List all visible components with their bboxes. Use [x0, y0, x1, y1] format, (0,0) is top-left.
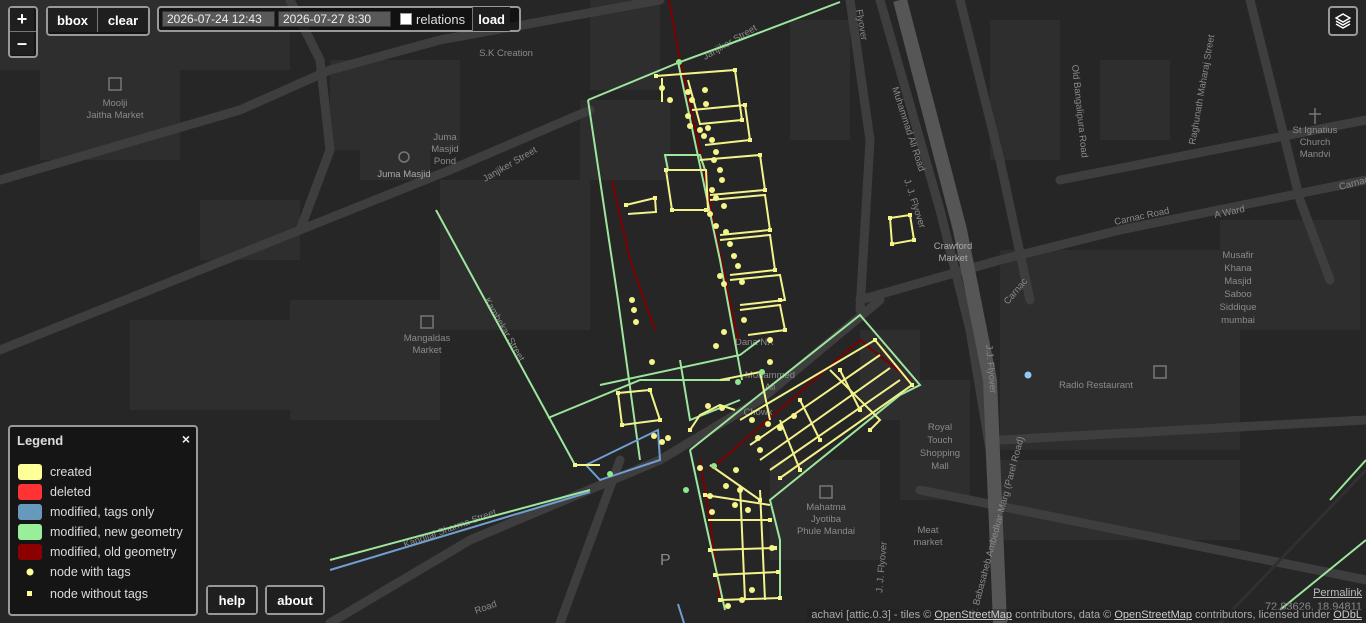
osm-data-link[interactable]: OpenStreetMap [1114, 609, 1192, 621]
layer-switcher-button[interactable] [1328, 6, 1358, 36]
about-control: about [265, 585, 325, 615]
label-moolji: Moolji [103, 98, 128, 109]
legend-item-deleted: deleted [18, 484, 91, 500]
label-crawford-1: Crawford [934, 241, 973, 252]
label-mangaldas-2: Market [412, 345, 441, 356]
legend-label: created [50, 465, 92, 479]
new-geometry-swatch [18, 524, 42, 540]
label-juma-masjid-pond-3: Pond [434, 156, 456, 167]
attribution-mid: contributors, data © [1015, 609, 1112, 621]
legend-label: node with tags [50, 565, 131, 579]
zoom-in-button[interactable]: + [10, 8, 34, 31]
legend-item-tags-only: modified, tags only [18, 504, 154, 520]
label-musafir-1: Musafir [1222, 250, 1253, 261]
label-sk-creation: S.K Creation [479, 48, 533, 59]
label-jaitha-market: Jaitha Market [86, 110, 143, 121]
load-button[interactable]: load [472, 7, 511, 31]
attribution-suffix: contributors, licensed under [1195, 609, 1331, 621]
relations-toggle[interactable]: relations [400, 12, 465, 27]
label-parking: P [660, 552, 671, 569]
legend-item-created: created [18, 464, 92, 480]
label-musafir-2: Khana [1224, 263, 1252, 274]
label-meat-2: market [913, 537, 942, 548]
label-mangaldas-1: Mangaldas [404, 333, 451, 344]
legend-title: Legend [17, 433, 64, 448]
legend-item-node-without-tags: node without tags [18, 587, 148, 601]
label-crawford-2: Market [938, 253, 967, 264]
bbox-button[interactable]: bbox [48, 8, 98, 32]
node-square-icon [27, 591, 32, 596]
tags-only-swatch [18, 504, 42, 520]
label-royal-2: Touch [927, 435, 952, 446]
zoom-control: + – [8, 6, 38, 58]
deleted-swatch [18, 484, 42, 500]
legend-label: modified, old geometry [50, 545, 177, 559]
legend-label: node without tags [50, 587, 148, 601]
help-control: help [206, 585, 258, 615]
tagged-node-blue [1024, 371, 1032, 379]
relations-label: relations [416, 11, 466, 27]
label-musafir-3: Masjid [1224, 276, 1251, 287]
label-musafir-6: mumbai [1221, 315, 1255, 326]
odbl-link[interactable]: ODbL [1333, 609, 1362, 621]
label-musafir-4: Saboo [1224, 289, 1251, 300]
label-musafir-5: Siddique [1220, 302, 1257, 313]
attribution: achavi [attic.0.3] - tiles © OpenStreetM… [807, 609, 1366, 621]
legend-item-old-geometry: modified, old geometry [18, 544, 176, 560]
legend-panel: Legend × created deleted modified, tags … [8, 425, 198, 616]
legend-label: modified, new geometry [50, 525, 183, 539]
node-dot-icon [26, 568, 34, 576]
layers-icon [1335, 13, 1351, 29]
label-mahatma-3: Phule Mandai [797, 526, 855, 537]
legend-close-button[interactable]: × [182, 431, 190, 447]
label-juma-masjid-pond-2: Masjid [431, 144, 458, 155]
label-mahatma-2: Jyotiba [811, 514, 842, 525]
attribution-prefix: achavi [attic.0.3] - tiles © [811, 609, 932, 621]
date-to-input[interactable]: 2026-07-27 8:30 [278, 11, 391, 27]
label-juma-masjid: Juma Masjid [377, 169, 430, 180]
label-royal-3: Shopping [920, 448, 960, 459]
help-button[interactable]: help [208, 587, 256, 613]
map-canvas[interactable]: S.K Creation Moolji Jaitha Market Juma M… [0, 0, 1366, 623]
label-meat-1: Meat [917, 525, 938, 536]
permalink-link[interactable]: Permalink [1265, 586, 1362, 600]
label-st-ignatius-2: Church [1300, 137, 1331, 148]
date-range-control: 2026-07-24 12:43 2026-07-27 8:30 relatio… [157, 6, 521, 32]
date-from-input[interactable]: 2026-07-24 12:43 [162, 11, 275, 27]
osm-tiles-link[interactable]: OpenStreetMap [934, 609, 1012, 621]
relations-checkbox[interactable] [400, 13, 412, 25]
old-geometry-swatch [18, 544, 42, 560]
label-radio-restaurant: Radio Restaurant [1059, 380, 1133, 391]
label-royal-4: Mall [931, 461, 948, 472]
legend-item-node-with-tags: node with tags [18, 565, 131, 579]
zoom-out-button[interactable]: – [10, 32, 34, 55]
label-st-ignatius-1: St Ignatius [1293, 125, 1338, 136]
clear-button[interactable]: clear [98, 8, 148, 32]
label-st-ignatius-3: Mandvi [1300, 149, 1331, 160]
legend-label: modified, tags only [50, 505, 155, 519]
label-juma-masjid-pond-1: Juma [433, 132, 457, 143]
created-swatch [18, 464, 42, 480]
legend-item-new-geometry: modified, new geometry [18, 524, 183, 540]
label-royal-1: Royal [928, 422, 952, 433]
bbox-control: bbox clear [46, 6, 150, 36]
legend-label: deleted [50, 485, 92, 499]
label-mahatma-1: Mahatma [806, 502, 846, 513]
about-button[interactable]: about [267, 587, 323, 613]
